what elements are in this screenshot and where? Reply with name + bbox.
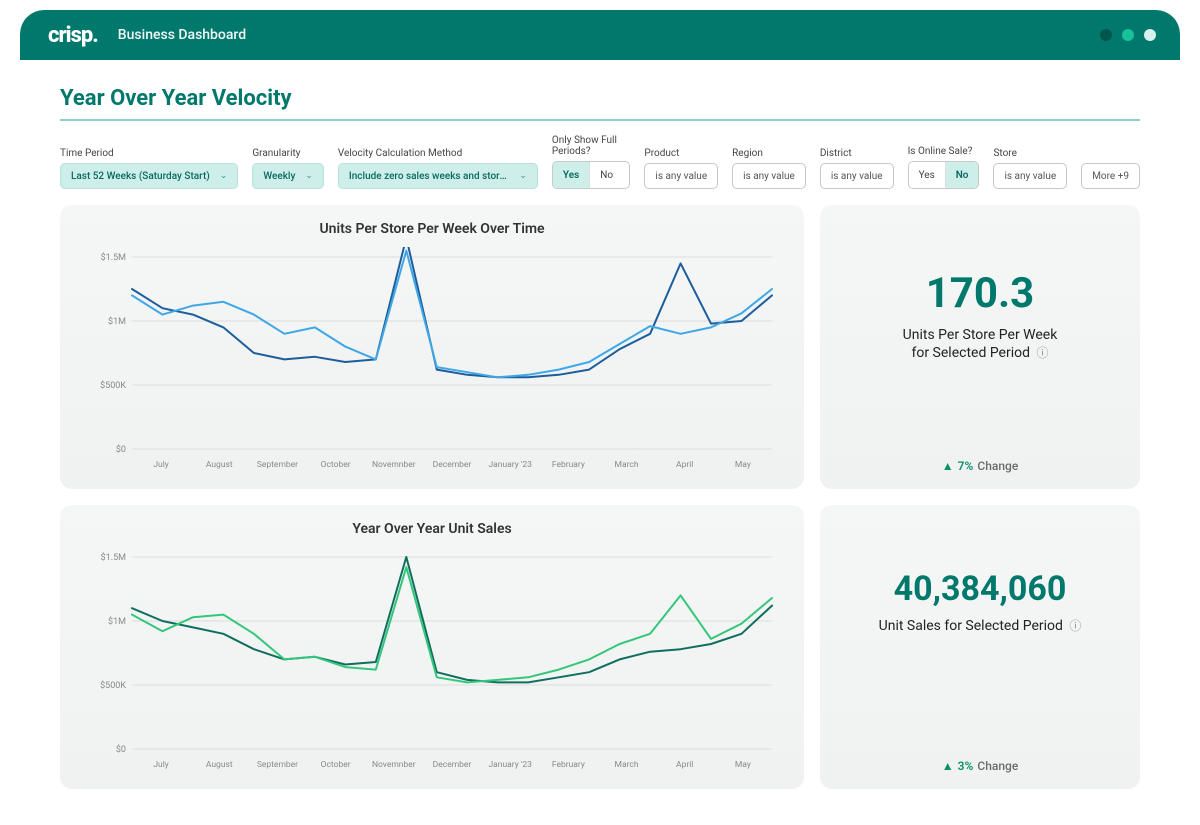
row-2: Year Over Year Unit Sales $0 $500K $1M $1.5… xyxy=(60,505,1140,789)
metric-unitsales-change: ▲ 3% Change xyxy=(942,729,1019,773)
svg-text:May: May xyxy=(735,460,751,470)
svg-text:September: September xyxy=(257,760,298,770)
filter-velocity-method: Velocity Calculation Method Include zero… xyxy=(338,148,538,189)
dashboard-window: crisp. Business Dashboard Year Over Year… xyxy=(20,10,1180,825)
row-1: Units Per Store Per Week Over Time $0 $50… xyxy=(60,205,1140,489)
filter-store: Store is any value xyxy=(993,148,1067,189)
svg-text:$500K: $500K xyxy=(100,380,126,391)
toggle-full-periods-no[interactable]: No xyxy=(589,162,623,188)
toggle-full-periods: Yes No xyxy=(552,161,631,189)
chevron-down-icon: ⌄ xyxy=(305,171,313,181)
dropdown-district[interactable]: is any value xyxy=(820,163,894,189)
upspw-chart[interactable]: $0 $500K $1M $1.5M July August September Octobe… xyxy=(80,247,784,477)
window-dot-1[interactable] xyxy=(1100,29,1112,41)
filter-full-periods: Only Show Full Periods? Yes No xyxy=(552,135,631,189)
toggle-online: Yes No xyxy=(908,161,980,189)
metric-upspw-value: 170.3 xyxy=(926,269,1035,318)
svg-text:April: April xyxy=(676,760,693,770)
svg-text:August: August xyxy=(206,460,233,470)
metric-upspw-label: Units Per Store Per Week for Selected Pe… xyxy=(903,326,1058,362)
svg-text:December: December xyxy=(433,760,472,770)
svg-text:September: September xyxy=(257,460,298,470)
filter-label-product: Product xyxy=(644,148,718,159)
metric-unitsales-value: 40,384,060 xyxy=(894,569,1067,609)
app-subtitle: Business Dashboard xyxy=(118,27,246,43)
chart-title-unitsales: Year Over Year Unit Sales xyxy=(80,521,784,537)
svg-text:$0: $0 xyxy=(116,744,126,755)
dropdown-store[interactable]: is any value xyxy=(993,163,1067,189)
chevron-down-icon: ⌄ xyxy=(220,171,228,181)
svg-text:July: July xyxy=(153,760,168,770)
more-filters-button[interactable]: More +9 xyxy=(1081,163,1140,189)
filter-district: District is any value xyxy=(820,148,894,189)
titlebar: crisp. Business Dashboard xyxy=(20,10,1180,60)
svg-text:January '23: January '23 xyxy=(488,760,532,770)
svg-text:August: August xyxy=(206,760,233,770)
toggle-full-periods-yes[interactable]: Yes xyxy=(553,162,589,188)
card-upspw-metric: 170.3 Units Per Store Per Week for Selec… xyxy=(820,205,1140,489)
svg-text:March: March xyxy=(615,460,639,470)
triangle-up-icon: ▲ xyxy=(942,459,954,473)
filter-label-velocity: Velocity Calculation Method xyxy=(338,148,538,159)
filter-more: More +9 xyxy=(1081,148,1140,189)
info-icon[interactable]: ⓘ xyxy=(1034,346,1049,360)
window-controls xyxy=(1100,29,1156,41)
card-unitsales-chart: Year Over Year Unit Sales $0 $500K $1M $1.5… xyxy=(60,505,804,789)
filter-label-district: District xyxy=(820,148,894,159)
chevron-down-icon: ⌄ xyxy=(519,171,527,181)
triangle-up-icon: ▲ xyxy=(942,759,954,773)
svg-text:May: May xyxy=(735,760,751,770)
svg-text:October: October xyxy=(321,460,351,470)
unitsales-chart[interactable]: $0 $500K $1M $1.5M July August September Octobe… xyxy=(80,547,784,777)
svg-text:$500K: $500K xyxy=(100,680,126,691)
filter-product: Product is any value xyxy=(644,148,718,189)
svg-text:July: July xyxy=(153,460,168,470)
svg-text:April: April xyxy=(676,460,693,470)
filter-label-granularity: Granularity xyxy=(252,148,324,159)
filter-label-full-periods: Only Show Full Periods? xyxy=(552,135,631,157)
svg-text:Novemnber: Novemnber xyxy=(372,460,416,470)
card-upspw-chart: Units Per Store Per Week Over Time $0 $50… xyxy=(60,205,804,489)
svg-text:$1.5M: $1.5M xyxy=(101,552,127,563)
svg-text:February: February xyxy=(552,760,585,770)
svg-text:October: October xyxy=(321,760,351,770)
svg-text:$1.5M: $1.5M xyxy=(101,252,127,263)
metric-upspw-change: ▲ 7% Change xyxy=(942,429,1019,473)
chart-title-upspw: Units Per Store Per Week Over Time xyxy=(80,221,784,237)
dropdown-time-period[interactable]: Last 52 Weeks (Saturday Start) ⌄ xyxy=(60,163,238,189)
filter-online: Is Online Sale? Yes No xyxy=(908,146,980,189)
metric-unitsales-label: Unit Sales for Selected Period ⓘ xyxy=(879,617,1082,635)
filter-time-period: Time Period Last 52 Weeks (Saturday Star… xyxy=(60,148,238,189)
svg-text:$1M: $1M xyxy=(108,616,126,627)
filter-region: Region is any value xyxy=(732,148,806,189)
filter-granularity: Granularity Weekly ⌄ xyxy=(252,148,324,189)
content-area: Year Over Year Velocity Time Period Last… xyxy=(20,60,1180,825)
dropdown-region[interactable]: is any value xyxy=(732,163,806,189)
svg-text:February: February xyxy=(552,460,585,470)
svg-text:March: March xyxy=(615,760,639,770)
toggle-online-yes[interactable]: Yes xyxy=(909,162,945,188)
filter-label-time-period: Time Period xyxy=(60,148,238,159)
dropdown-granularity[interactable]: Weekly ⌄ xyxy=(252,163,324,189)
svg-text:December: December xyxy=(433,460,472,470)
info-icon[interactable]: ⓘ xyxy=(1066,619,1081,633)
window-dot-2[interactable] xyxy=(1122,29,1134,41)
dropdown-velocity-method[interactable]: Include zero sales weeks and stores with… xyxy=(338,163,538,189)
filter-label-region: Region xyxy=(732,148,806,159)
logo: crisp. xyxy=(48,23,98,48)
page-title: Year Over Year Velocity xyxy=(60,86,1140,121)
filter-label-store: Store xyxy=(993,148,1067,159)
filter-bar: Time Period Last 52 Weeks (Saturday Star… xyxy=(60,135,1140,189)
dropdown-product[interactable]: is any value xyxy=(644,163,718,189)
toggle-online-no[interactable]: No xyxy=(945,162,979,188)
svg-text:Novemnber: Novemnber xyxy=(372,760,416,770)
svg-text:$0: $0 xyxy=(116,444,126,455)
window-dot-3[interactable] xyxy=(1144,29,1156,41)
svg-text:$1M: $1M xyxy=(108,316,126,327)
svg-text:January '23: January '23 xyxy=(488,460,532,470)
filter-label-online: Is Online Sale? xyxy=(908,146,980,157)
card-unitsales-metric: 40,384,060 Unit Sales for Selected Perio… xyxy=(820,505,1140,789)
